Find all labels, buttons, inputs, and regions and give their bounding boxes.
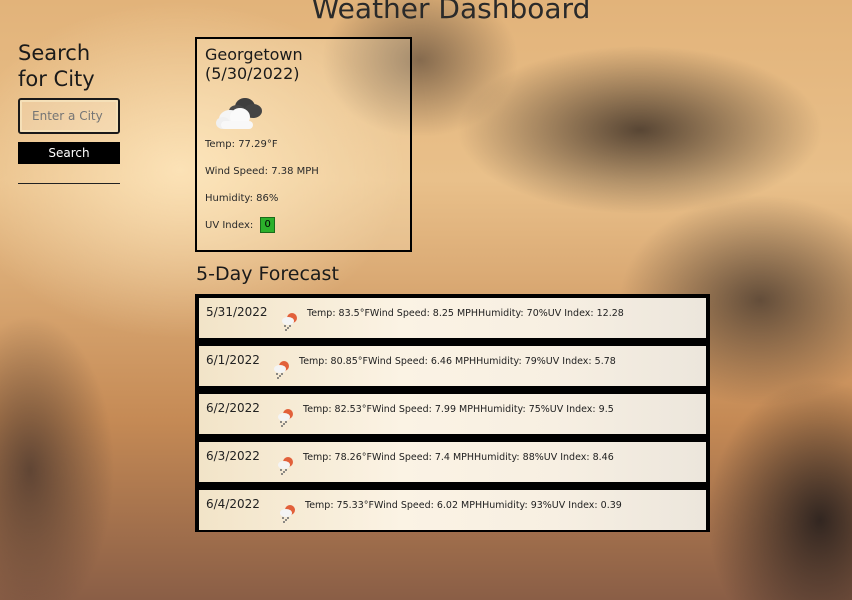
page-title: Weather Dashboard bbox=[311, 0, 591, 25]
forecast-day-1: 5/31/2022 Temp: 83.5°FWind Speed: 8.25 M… bbox=[199, 298, 706, 338]
search-heading: Search for City bbox=[18, 41, 95, 91]
uv-label: UV Index: bbox=[205, 220, 254, 231]
forecast-day-5: 6/4/2022 Temp: 75.33°FWind Speed: 6.02 M… bbox=[199, 490, 706, 530]
forecast-date: 6/1/2022 bbox=[206, 353, 260, 367]
rain-icon bbox=[277, 408, 295, 428]
current-temp: Temp: 77.29°F bbox=[205, 139, 278, 150]
rain-icon bbox=[277, 456, 295, 476]
rain-icon bbox=[281, 312, 299, 332]
forecast-details: Temp: 80.85°FWind Speed: 6.46 MPHHumidit… bbox=[299, 356, 616, 367]
current-uv: UV Index: 0 bbox=[205, 212, 402, 239]
current-wind: Wind Speed: 7.38 MPH bbox=[205, 166, 319, 177]
forecast-date: 6/4/2022 bbox=[206, 497, 260, 511]
city-search-input[interactable] bbox=[18, 98, 120, 134]
forecast-details: Temp: 83.5°FWind Speed: 8.25 MPHHumidity… bbox=[307, 308, 624, 319]
search-button[interactable]: Search bbox=[18, 142, 120, 164]
forecast-day-2: 6/1/2022 Temp: 80.85°FWind Speed: 6.46 M… bbox=[199, 346, 706, 386]
current-city-date: Georgetown (5/30/2022) bbox=[205, 45, 303, 83]
current-humidity: Humidity: 86% bbox=[205, 193, 279, 204]
rain-icon bbox=[273, 360, 291, 380]
forecast-date: 5/31/2022 bbox=[206, 305, 268, 319]
sidebar-divider bbox=[18, 183, 120, 184]
forecast-date: 6/3/2022 bbox=[206, 449, 260, 463]
forecast-details: Temp: 82.53°FWind Speed: 7.99 MPHHumidit… bbox=[303, 404, 614, 415]
search-sidebar: Search for City Search bbox=[18, 40, 120, 192]
forecast-details: Temp: 78.26°FWind Speed: 7.4 MPHHumidity… bbox=[303, 452, 614, 463]
current-weather-card: Georgetown (5/30/2022) Temp: 77.29°F Win… bbox=[195, 37, 412, 252]
forecast-day-4: 6/3/2022 Temp: 78.26°FWind Speed: 7.4 MP… bbox=[199, 442, 706, 482]
uv-badge: 0 bbox=[260, 217, 275, 233]
forecast-day-3: 6/2/2022 Temp: 82.53°FWind Speed: 7.99 M… bbox=[199, 394, 706, 434]
forecast-heading: 5-Day Forecast bbox=[196, 263, 339, 285]
broken-clouds-icon bbox=[215, 91, 265, 131]
forecast-list: 5/31/2022 Temp: 83.5°FWind Speed: 8.25 M… bbox=[195, 294, 710, 532]
forecast-details: Temp: 75.33°FWind Speed: 6.02 MPHHumidit… bbox=[305, 500, 622, 511]
forecast-date: 6/2/2022 bbox=[206, 401, 260, 415]
rain-icon bbox=[279, 504, 297, 524]
